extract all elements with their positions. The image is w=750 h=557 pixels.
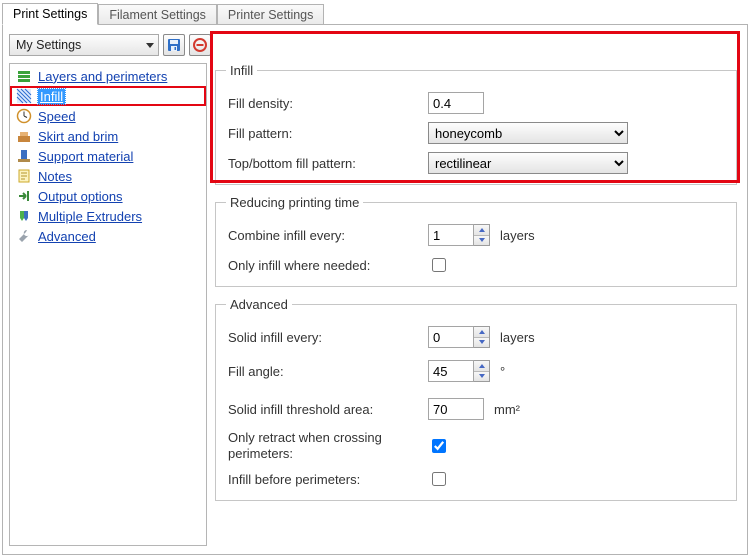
fill-angle-input[interactable] xyxy=(428,360,474,382)
sidebar-item-label: Multiple Extruders xyxy=(38,209,142,224)
sidebar-item-label: Advanced xyxy=(38,229,96,244)
print-settings-pane: My Settings xyxy=(2,24,748,555)
delete-preset-button[interactable] xyxy=(189,34,211,56)
top-bottom-fill-pattern-select[interactable]: rectilinear xyxy=(428,152,628,174)
fill-density-label: Fill density: xyxy=(228,96,428,111)
chevron-down-icon[interactable] xyxy=(474,372,489,382)
sidebar-item-label: Infill xyxy=(38,89,65,104)
fill-pattern-label: Fill pattern: xyxy=(228,126,428,141)
sidebar-item-label: Notes xyxy=(38,169,72,184)
sidebar-item-infill[interactable]: Infill xyxy=(10,86,206,106)
tab-print-settings[interactable]: Print Settings xyxy=(2,3,98,25)
sidebar-item-label: Speed xyxy=(38,109,76,124)
sidebar-item-notes[interactable]: Notes xyxy=(10,166,206,186)
chevron-down-icon xyxy=(146,43,154,48)
preset-select[interactable]: My Settings xyxy=(9,34,159,56)
solid-infill-threshold-area-label: Solid infill threshold area: xyxy=(228,402,428,417)
infill-icon xyxy=(16,88,32,104)
tab-filament-settings[interactable]: Filament Settings xyxy=(98,4,217,25)
sidebar-item-label: Output options xyxy=(38,189,123,204)
chevron-down-icon[interactable] xyxy=(474,236,489,246)
fill-pattern-select[interactable]: honeycomb xyxy=(428,122,628,144)
sidebar-item-support-material[interactable]: Support material xyxy=(10,146,206,166)
combine-infill-every-unit: layers xyxy=(500,228,535,243)
top-bottom-fill-pattern-label: Top/bottom fill pattern: xyxy=(228,156,428,171)
sidebar-item-advanced[interactable]: Advanced xyxy=(10,226,206,246)
extruders-icon xyxy=(16,208,32,224)
clock-icon xyxy=(16,108,32,124)
settings-content: Infill Fill density: Fill pattern: honey… xyxy=(207,63,741,546)
save-icon xyxy=(167,38,181,52)
output-icon xyxy=(16,188,32,204)
sidebar-item-label: Skirt and brim xyxy=(38,129,118,144)
save-preset-button[interactable] xyxy=(163,34,185,56)
group-reducing-legend: Reducing printing time xyxy=(226,195,363,210)
only-infill-where-needed-checkbox[interactable] xyxy=(432,258,446,272)
solid-infill-every-input[interactable] xyxy=(428,326,474,348)
sidebar-item-skirt-brim[interactable]: Skirt and brim xyxy=(10,126,206,146)
fill-angle-label: Fill angle: xyxy=(228,364,428,379)
sidebar-item-output-options[interactable]: Output options xyxy=(10,186,206,206)
sidebar: Layers and perimeters Infill Sp xyxy=(9,63,207,546)
group-reducing-printing-time: Reducing printing time Combine infill ev… xyxy=(215,195,737,287)
tab-printer-settings[interactable]: Printer Settings xyxy=(217,4,324,25)
group-advanced: Advanced Solid infill every: la xyxy=(215,297,737,501)
notes-icon xyxy=(16,168,32,184)
sidebar-item-speed[interactable]: Speed xyxy=(10,106,206,126)
sidebar-item-layers-perimeters[interactable]: Layers and perimeters xyxy=(10,66,206,86)
sidebar-item-label: Support material xyxy=(38,149,133,164)
preset-select-label: My Settings xyxy=(16,38,81,52)
only-retract-crossing-perimeters-checkbox[interactable] xyxy=(432,439,446,453)
group-advanced-legend: Advanced xyxy=(226,297,292,312)
sidebar-item-label: Layers and perimeters xyxy=(38,69,167,84)
only-infill-where-needed-label: Only infill where needed: xyxy=(228,258,428,273)
wrench-icon xyxy=(16,228,32,244)
layers-icon xyxy=(16,68,32,84)
only-retract-crossing-perimeters-label: Only retract when crossing perimeters: xyxy=(228,430,428,463)
group-infill: Infill Fill density: Fill pattern: honey… xyxy=(215,63,737,185)
solid-infill-threshold-area-input[interactable] xyxy=(428,398,484,420)
combine-infill-every-label: Combine infill every: xyxy=(228,228,428,243)
solid-infill-every-spinner[interactable] xyxy=(474,326,490,348)
infill-before-perimeters-label: Infill before perimeters: xyxy=(228,472,428,487)
chevron-up-icon[interactable] xyxy=(474,361,489,372)
fill-angle-unit: ° xyxy=(500,364,505,379)
fill-density-input[interactable] xyxy=(428,92,484,114)
sidebar-item-multiple-extruders[interactable]: Multiple Extruders xyxy=(10,206,206,226)
solid-infill-every-unit: layers xyxy=(500,330,535,345)
chevron-up-icon[interactable] xyxy=(474,327,489,338)
combine-infill-every-spinner[interactable] xyxy=(474,224,490,246)
skirt-icon xyxy=(16,128,32,144)
solid-infill-threshold-area-unit: mm² xyxy=(494,402,520,417)
chevron-down-icon[interactable] xyxy=(474,338,489,348)
infill-before-perimeters-checkbox[interactable] xyxy=(432,472,446,486)
solid-infill-every-label: Solid infill every: xyxy=(228,330,428,345)
fill-angle-spinner[interactable] xyxy=(474,360,490,382)
tab-bar: Print Settings Filament Settings Printer… xyxy=(0,0,750,24)
group-infill-legend: Infill xyxy=(226,63,257,78)
support-icon xyxy=(16,148,32,164)
chevron-up-icon[interactable] xyxy=(474,225,489,236)
delete-circle-icon xyxy=(193,38,207,52)
combine-infill-every-input[interactable] xyxy=(428,224,474,246)
